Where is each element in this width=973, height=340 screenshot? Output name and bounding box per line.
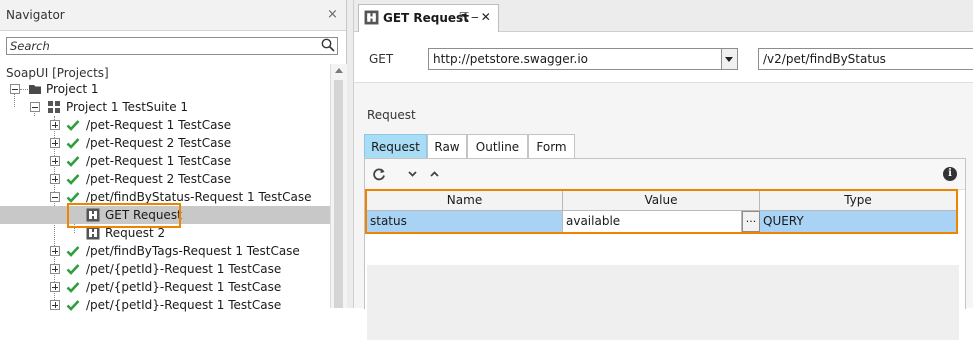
tab-request[interactable]: Request — [364, 134, 427, 158]
expand-toggle[interactable] — [50, 300, 60, 310]
tree-item-label: /pet/findByTags-Request 1 TestCase — [86, 244, 300, 258]
request-section-label: Request — [367, 108, 416, 122]
table-empty-area — [367, 265, 959, 340]
tree-item-testcase[interactable]: /pet-Request 2 TestCase — [0, 134, 330, 152]
tree-item-label: /pet-Request 2 TestCase — [86, 172, 232, 186]
editor-tabbar: GET Request ⇱‒✕ — [354, 0, 973, 32]
expand-toggle[interactable] — [50, 264, 60, 274]
tree-item-label: Request 2 — [105, 226, 166, 240]
endpoint-combobox[interactable]: http://petstore.swagger.io — [428, 48, 738, 70]
expand-toggle[interactable] — [50, 246, 60, 256]
check-icon — [66, 264, 80, 275]
resource-value: /v2/pet/findByStatus — [763, 52, 886, 66]
tree-item-testcase[interactable]: /pet-Request 1 TestCase — [0, 152, 330, 170]
tree-item-label: /pet/{petId}-Request 1 TestCase — [86, 280, 282, 294]
endpoint-value: http://petstore.swagger.io — [433, 52, 588, 66]
url-bar: GET http://petstore.swagger.io /v2/pet/f… — [354, 32, 973, 83]
tree-item-project[interactable]: Project 1 — [0, 80, 330, 98]
check-icon — [66, 156, 80, 167]
tab-window-controls[interactable]: ⇱‒✕ — [459, 10, 493, 24]
chevron-down-icon[interactable] — [721, 49, 737, 69]
close-icon[interactable]: × — [327, 7, 338, 22]
request-step-icon — [86, 226, 100, 240]
expand-toggle[interactable] — [50, 156, 60, 166]
check-icon — [66, 138, 80, 149]
info-icon[interactable]: i — [943, 167, 957, 181]
request-pane: i Name Value Type status available ... Q… — [364, 158, 966, 340]
params-toolbar: i — [365, 159, 965, 190]
navigator-scrollbar[interactable] — [330, 64, 347, 308]
tree-item-testcase[interactable]: /pet/{petId}-Request 1 TestCase — [0, 278, 330, 296]
tree-item-label: Project 1 TestSuite 1 — [66, 100, 189, 114]
tree-item-testcase[interactable]: /pet-Request 2 TestCase — [0, 170, 330, 188]
check-icon — [66, 246, 80, 257]
tree-item-label: /pet-Request 1 TestCase — [86, 118, 232, 132]
project-tree: Project 1 Project 1 TestSuite 1 /pet-Req… — [0, 80, 330, 312]
highlight-frame — [365, 189, 958, 234]
move-up-icon[interactable] — [430, 171, 439, 177]
tab-outline[interactable]: Outline — [467, 134, 528, 158]
expand-toggle[interactable] — [50, 120, 60, 130]
expand-toggle[interactable] — [50, 138, 60, 148]
scroll-thumb[interactable] — [334, 80, 343, 308]
expand-toggle[interactable] — [50, 174, 60, 184]
tree-item-label: Project 1 — [46, 82, 99, 96]
request-step-icon — [364, 10, 379, 25]
navigator-title: Navigator — [6, 8, 65, 22]
tree-item-testcase[interactable]: /pet-Request 1 TestCase — [0, 116, 330, 134]
check-icon — [66, 192, 80, 203]
tab-raw[interactable]: Raw — [427, 134, 467, 158]
testsuite-icon — [48, 101, 60, 113]
check-icon — [66, 120, 80, 131]
tree-item-testcase[interactable]: /pet/{petId}-Request 1 TestCase — [0, 260, 330, 278]
method-label: GET — [369, 52, 394, 66]
tree-item-label: /pet-Request 2 TestCase — [86, 136, 232, 150]
refresh-icon[interactable] — [372, 167, 386, 181]
tab-form[interactable]: Form — [528, 134, 575, 158]
collapse-toggle[interactable] — [30, 102, 40, 112]
tab-title: GET Request — [383, 11, 469, 25]
expand-toggle[interactable] — [50, 282, 60, 292]
tree-item-label: /pet/findByStatus-Request 1 TestCase — [86, 190, 312, 204]
tree-item-label: /pet/{petId}-Request 1 TestCase — [86, 262, 282, 276]
search-input[interactable]: Search — [6, 37, 338, 55]
navigator-panel: Navigator × Search SoapUI [Projects] Pro… — [0, 0, 347, 312]
collapse-toggle[interactable] — [50, 192, 60, 202]
tree-item-testcase[interactable]: /pet/{petId}-Request 1 TestCase — [0, 296, 330, 314]
check-icon — [66, 300, 80, 311]
splitter[interactable] — [347, 0, 354, 308]
resource-field[interactable]: /v2/pet/findByStatus — [758, 48, 973, 70]
move-down-icon[interactable] — [408, 171, 417, 177]
editor-tab-get-request[interactable]: GET Request ⇱‒✕ — [358, 4, 499, 32]
tree-item-label: /pet/{petId}-Request 1 TestCase — [86, 298, 282, 312]
tree-item-testsuite[interactable]: Project 1 TestSuite 1 — [0, 98, 330, 116]
request-editor: GET Request ⇱‒✕ GET http://petstore.swag… — [354, 0, 973, 340]
collapse-toggle[interactable] — [10, 84, 20, 94]
check-icon — [66, 282, 80, 293]
search-icon[interactable] — [321, 38, 335, 52]
projects-root-label: SoapUI [Projects] — [6, 66, 109, 80]
tree-item-testcase[interactable]: /pet/findByTags-Request 1 TestCase — [0, 242, 330, 260]
tree-item-label: /pet-Request 1 TestCase — [86, 154, 232, 168]
folder-icon — [29, 85, 41, 94]
search-placeholder: Search — [10, 39, 50, 53]
highlight-frame — [67, 203, 181, 228]
scroll-up-icon[interactable] — [335, 68, 343, 73]
navigator-header: Navigator × — [0, 0, 346, 31]
check-icon — [66, 174, 80, 185]
